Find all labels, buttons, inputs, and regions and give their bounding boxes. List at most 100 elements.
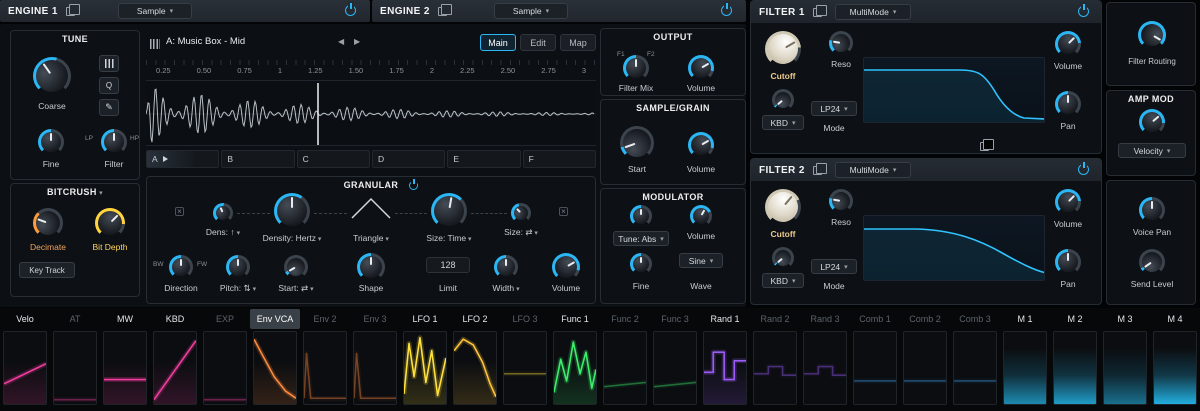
mod-source-display-kbd[interactable] (153, 331, 197, 405)
granular-power-button[interactable] (409, 181, 418, 190)
grain-pitch-label[interactable]: Pitch: ⇅ (208, 283, 268, 294)
key-track-button[interactable]: Key Track (19, 262, 75, 278)
mod-source-display-m-1[interactable] (1003, 331, 1047, 405)
mod-source-label-m-4[interactable]: M 4 (1150, 309, 1200, 329)
sample-waveform[interactable] (145, 80, 596, 146)
mod-source-display-m-4[interactable] (1153, 331, 1197, 405)
filter1-reso-knob[interactable] (829, 31, 853, 55)
mod-source-display-mw[interactable] (103, 331, 147, 405)
sample-grain-volume-knob[interactable] (687, 131, 715, 159)
mod-source-label-func-3[interactable]: Func 3 (650, 309, 700, 329)
mod-source-label-comb-2[interactable]: Comb 2 (900, 309, 950, 329)
filter1-kbd-dropdown[interactable]: KBD (762, 115, 804, 130)
tune-display-button[interactable] (99, 55, 119, 72)
mod-source-label-m-3[interactable]: M 3 (1100, 309, 1150, 329)
mod-source-label-env-3[interactable]: Env 3 (350, 309, 400, 329)
voice-pan-knob[interactable] (1139, 197, 1165, 223)
mod-source-func-3[interactable]: Func 3 (650, 309, 700, 411)
grain-width-label[interactable]: Width (476, 283, 536, 293)
filter1-kbd-knob[interactable] (771, 88, 795, 112)
sample-segment-B[interactable]: B (221, 150, 295, 168)
mod-source-rand-3[interactable]: Rand 3 (800, 309, 850, 411)
mod-source-display-func-3[interactable] (653, 331, 697, 405)
decimate-knob[interactable] (32, 207, 64, 239)
mod-source-display-comb-1[interactable] (853, 331, 897, 405)
filter1-mode-dropdown[interactable]: MultiMode (835, 4, 911, 20)
filter2-kbd-knob[interactable] (771, 246, 795, 270)
grain-density-label[interactable]: Density: Hertz (252, 233, 332, 243)
grain-dens-label[interactable]: Dens: ↑ (193, 227, 253, 237)
grain-shape-label[interactable]: Triangle (341, 233, 401, 243)
mod-source-label-env-2[interactable]: Env 2 (300, 309, 350, 329)
engine2-copy-icon[interactable] (437, 3, 452, 16)
next-sample-arrow-icon[interactable]: ▶ (354, 37, 360, 46)
grain-start-knob[interactable] (283, 254, 309, 280)
mod-source-m-1[interactable]: M 1 (1000, 309, 1050, 411)
filter-mix-knob[interactable] (623, 55, 649, 81)
grain-shape-knob[interactable] (357, 253, 385, 281)
prev-sample-arrow-icon[interactable]: ◀ (338, 37, 344, 46)
mod-source-label-func-1[interactable]: Func 1 (550, 309, 600, 329)
sample-segment-C[interactable]: C (296, 150, 370, 168)
mod-source-display-m-2[interactable] (1053, 331, 1097, 405)
mod-source-label-m-1[interactable]: M 1 (1000, 309, 1050, 329)
mod-source-velo[interactable]: Velo (0, 309, 50, 411)
mod-source-label-func-2[interactable]: Func 2 (600, 309, 650, 329)
filter2-mode-dropdown[interactable]: MultiMode (835, 162, 911, 178)
mod-source-m-4[interactable]: M 4 (1150, 309, 1200, 411)
send-level-knob[interactable] (1138, 248, 1166, 276)
modulator-tune-dropdown[interactable]: Tune: Abs (613, 231, 669, 246)
tab-main[interactable]: Main (480, 34, 516, 51)
modulator-fine-knob[interactable] (630, 253, 652, 275)
mod-source-comb-3[interactable]: Comb 3 (950, 309, 1000, 411)
bit-depth-knob[interactable] (93, 206, 127, 240)
engine2-type-dropdown[interactable]: Sample (494, 3, 568, 19)
mod-source-label-exp[interactable]: EXP (200, 309, 250, 329)
tune-edit-button[interactable] (99, 99, 119, 116)
grain-volume-knob[interactable] (550, 251, 582, 283)
mod-source-label-lfo-2[interactable]: LFO 2 (450, 309, 500, 329)
mod-source-display-func-1[interactable] (553, 331, 597, 405)
grain-size-label[interactable]: Size: ⇄ (491, 227, 551, 238)
modulator-volume-knob[interactable] (690, 205, 712, 227)
mod-source-rand-2[interactable]: Rand 2 (750, 309, 800, 411)
filter2-slope-dropdown[interactable]: LP24 (811, 259, 857, 274)
mod-source-lfo-2[interactable]: LFO 2 (450, 309, 500, 411)
modulator-wave-dropdown[interactable]: Sine (679, 253, 723, 268)
mod-source-lfo-1[interactable]: LFO 1 (400, 309, 450, 411)
sample-name[interactable]: A: Music Box - Mid (166, 36, 245, 47)
sample-segment-F[interactable]: F (522, 150, 596, 168)
mod-source-m-2[interactable]: M 2 (1050, 309, 1100, 411)
grain-shape-display[interactable] (351, 197, 391, 219)
mod-source-display-lfo-3[interactable] (503, 331, 547, 405)
tune-q-button[interactable]: Q (99, 77, 119, 94)
filter2-volume-knob[interactable] (1053, 187, 1083, 217)
mod-source-display-comb-2[interactable] (903, 331, 947, 405)
grain-density-knob[interactable] (274, 193, 310, 229)
mod-source-label-at[interactable]: AT (50, 309, 100, 329)
mod-source-m-3[interactable]: M 3 (1100, 309, 1150, 411)
mod-source-label-kbd[interactable]: KBD (150, 309, 200, 329)
sample-list-icon[interactable] (150, 39, 160, 49)
mod-source-display-rand-2[interactable] (753, 331, 797, 405)
filter1-volume-knob[interactable] (1053, 29, 1083, 59)
grain-direction-knob[interactable] (169, 255, 193, 279)
granular-mod-slot-right[interactable] (559, 207, 568, 216)
filter1-curve-display[interactable] (863, 57, 1045, 123)
mod-source-label-env-vca[interactable]: Env VCA (250, 309, 300, 329)
tab-edit[interactable]: Edit (520, 34, 556, 51)
engine1-copy-icon[interactable] (65, 3, 80, 16)
mod-source-rand-1[interactable]: Rand 1 (700, 309, 750, 411)
grain-limit-value[interactable]: 128 (426, 257, 470, 273)
sample-segment-E[interactable]: E (447, 150, 521, 168)
mod-source-lfo-3[interactable]: LFO 3 (500, 309, 550, 411)
mod-source-exp[interactable]: EXP (200, 309, 250, 411)
mod-source-display-velo[interactable] (3, 331, 47, 405)
filter1-pan-knob[interactable] (1055, 91, 1081, 117)
grain-pitch-knob[interactable] (226, 255, 250, 279)
fine-knob[interactable] (38, 129, 64, 155)
tab-map[interactable]: Map (560, 34, 596, 51)
mod-source-label-m-2[interactable]: M 2 (1050, 309, 1100, 329)
mod-source-label-lfo-1[interactable]: LFO 1 (400, 309, 450, 329)
filter-routing-knob[interactable] (1136, 19, 1168, 51)
